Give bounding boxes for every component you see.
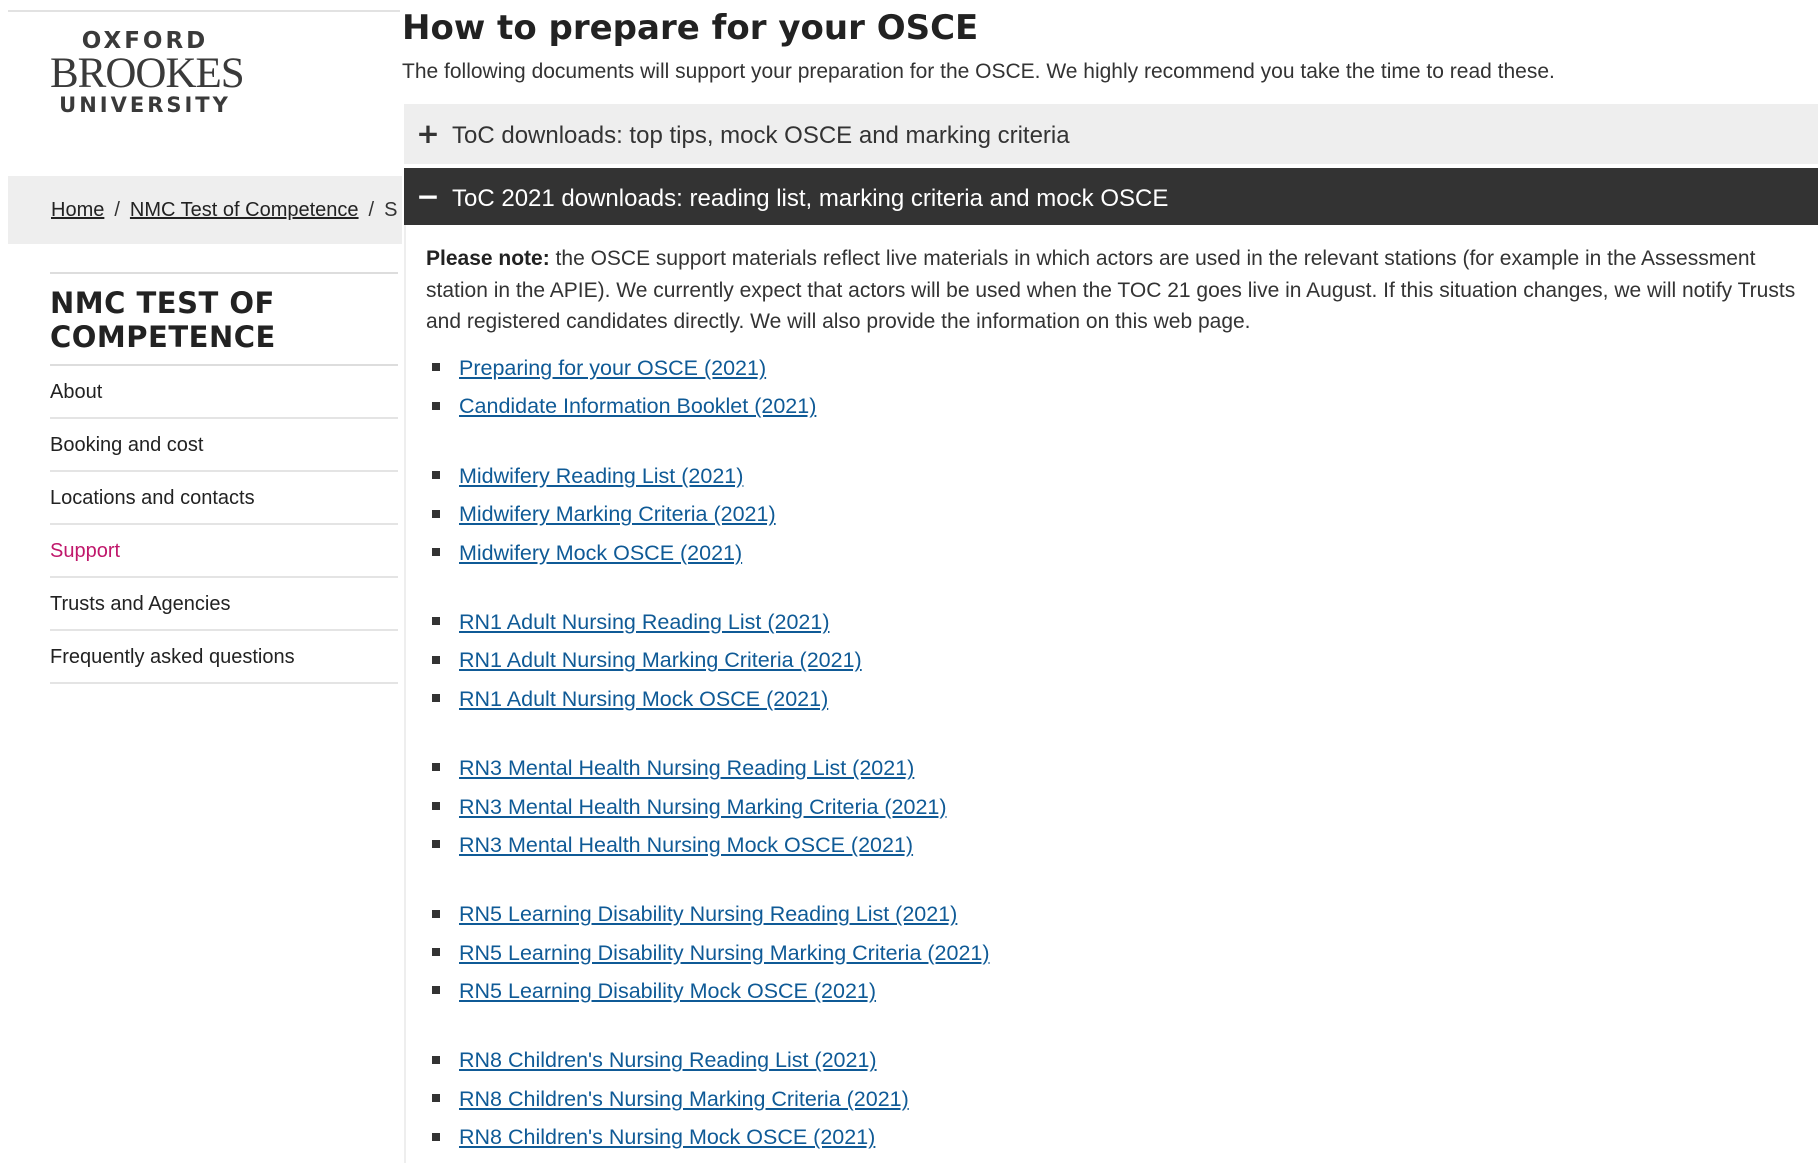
doc-link[interactable]: RN8 Children's Nursing Mock OSCE (2021) (459, 1125, 875, 1149)
list-item: RN3 Mental Health Nursing Reading List (… (426, 749, 990, 787)
accordion-label: ToC 2021 downloads: reading list, markin… (452, 185, 1169, 212)
logo-line-2: BROOKES (50, 50, 245, 97)
left-sidebar: OXFORD BROOKES UNIVERSITY Home / NMC Test … (0, 0, 402, 1163)
doc-link[interactable]: RN1 Adult Nursing Marking Criteria (2021… (459, 648, 862, 672)
bullet-icon (432, 509, 440, 518)
bullet-icon (432, 909, 440, 918)
logo-line-3: UNIVERSITY (59, 93, 231, 117)
note-label: Please note: (426, 247, 550, 270)
list-item: RN5 Learning Disability Mock OSCE (2021) (426, 972, 990, 1010)
bullet-icon (432, 471, 440, 480)
doc-link[interactable]: RN5 Learning Disability Nursing Marking … (459, 941, 990, 965)
breadcrumb-separator: / (368, 199, 375, 221)
section-title-line-1: NMC TEST OF (50, 286, 275, 320)
accordion-toc-downloads[interactable]: + ToC downloads: top tips, mock OSCE and … (404, 104, 1818, 164)
doc-link[interactable]: RN1 Adult Nursing Reading List (2021) (459, 610, 829, 634)
breadcrumb-nmc-test-of-competence[interactable]: NMC Test of Competence (130, 199, 359, 221)
section-divider (50, 272, 398, 274)
list-item: Preparing for your OSCE (2021) (426, 349, 990, 387)
sidebar-item-about[interactable]: About (50, 366, 398, 419)
breadcrumb-current: S (384, 199, 398, 221)
breadcrumb: Home / NMC Test of Competence / S (8, 176, 402, 244)
sidebar-nav-list: About Booking and cost Locations and con… (50, 364, 398, 684)
list-item: Midwifery Mock OSCE (2021) (426, 534, 990, 572)
doc-link[interactable]: RN3 Mental Health Nursing Marking Criter… (459, 795, 947, 819)
bullet-icon (432, 1094, 440, 1103)
list-item: Candidate Information Booklet (2021) (426, 387, 990, 425)
doc-link[interactable]: Midwifery Marking Criteria (2021) (459, 502, 776, 526)
bullet-icon (432, 547, 440, 556)
doc-link[interactable]: RN8 Children's Nursing Marking Criteria … (459, 1087, 909, 1111)
list-item: RN1 Adult Nursing Mock OSCE (2021) (426, 680, 990, 718)
doc-link[interactable]: RN3 Mental Health Nursing Mock OSCE (202… (459, 833, 913, 857)
doc-link[interactable]: Candidate Information Booklet (2021) (459, 394, 816, 418)
bullet-icon (432, 948, 440, 957)
list-item: RN5 Learning Disability Nursing Marking … (426, 934, 990, 972)
bullet-icon (432, 363, 440, 372)
list-item: RN8 Children's Nursing Reading List (202… (426, 1041, 990, 1079)
list-item: RN1 Adult Nursing Marking Criteria (2021… (426, 641, 990, 679)
note-paragraph: Please note: the OSCE support materials … (426, 243, 1806, 338)
top-divider (8, 10, 400, 12)
bullet-icon (432, 1055, 440, 1064)
sidebar-item-trusts-and-agencies[interactable]: Trusts and Agencies (50, 578, 398, 631)
section-nav: NMC TEST OF COMPETENCE About Booking and… (50, 272, 398, 684)
sidebar-item-support[interactable]: Support (50, 525, 398, 578)
bullet-icon (432, 694, 440, 703)
doc-link[interactable]: RN5 Learning Disability Mock OSCE (2021) (459, 979, 876, 1003)
doc-link[interactable]: RN1 Adult Nursing Mock OSCE (2021) (459, 687, 828, 711)
section-title-line-2: COMPETENCE (50, 320, 276, 354)
sidebar-item-booking-and-cost[interactable]: Booking and cost (50, 419, 398, 472)
main-content: How to prepare for your OSCE The followi… (402, 0, 1818, 1163)
doc-link[interactable]: Preparing for your OSCE (2021) (459, 356, 766, 380)
breadcrumb-separator: / (114, 199, 120, 221)
list-item: RN3 Mental Health Nursing Mock OSCE (202… (426, 826, 990, 864)
sidebar-item-faq[interactable]: Frequently asked questions (50, 631, 398, 684)
list-item: Midwifery Reading List (2021) (426, 457, 990, 495)
bullet-icon (432, 617, 440, 626)
intro-text: The following documents will support you… (402, 60, 1555, 83)
bullet-icon (432, 401, 440, 410)
breadcrumb-home[interactable]: Home (51, 199, 104, 221)
document-list: Preparing for your OSCE (2021) Candidate… (426, 349, 990, 1157)
doc-link[interactable]: Midwifery Mock OSCE (2021) (459, 541, 742, 565)
sidebar-item-locations-and-contacts[interactable]: Locations and contacts (50, 472, 398, 525)
list-item: Midwifery Marking Criteria (2021) (426, 495, 990, 533)
bullet-icon (432, 655, 440, 664)
list-item: RN3 Mental Health Nursing Marking Criter… (426, 788, 990, 826)
list-item: RN5 Learning Disability Nursing Reading … (426, 895, 990, 933)
list-item: RN1 Adult Nursing Reading List (2021) (426, 603, 990, 641)
bullet-icon (432, 840, 440, 849)
bullet-icon (432, 986, 440, 995)
accordion-panel: Please note: the OSCE support materials … (404, 225, 1818, 1163)
list-item: RN8 Children's Nursing Mock OSCE (2021) (426, 1118, 990, 1156)
bullet-icon (432, 763, 440, 772)
plus-icon: + (416, 117, 440, 150)
list-item: RN8 Children's Nursing Marking Criteria … (426, 1080, 990, 1118)
section-title: NMC TEST OF COMPETENCE (50, 286, 398, 354)
minus-icon: − (416, 180, 440, 213)
accordion-label: ToC downloads: top tips, mock OSCE and m… (452, 122, 1070, 149)
accordion-toc-2021-downloads[interactable]: − ToC 2021 downloads: reading list, marki… (404, 168, 1818, 225)
doc-link[interactable]: RN8 Children's Nursing Reading List (202… (459, 1048, 877, 1072)
bullet-icon (432, 1132, 440, 1141)
doc-link[interactable]: RN5 Learning Disability Nursing Reading … (459, 902, 957, 926)
bullet-icon (432, 801, 440, 810)
doc-link[interactable]: Midwifery Reading List (2021) (459, 464, 743, 488)
doc-link[interactable]: RN3 Mental Health Nursing Reading List (… (459, 756, 914, 780)
note-text: the OSCE support materials reflect live … (426, 247, 1796, 333)
page-title: How to prepare for your OSCE (402, 8, 979, 48)
oxford-brookes-logo[interactable]: OXFORD BROOKES UNIVERSITY (50, 28, 245, 117)
